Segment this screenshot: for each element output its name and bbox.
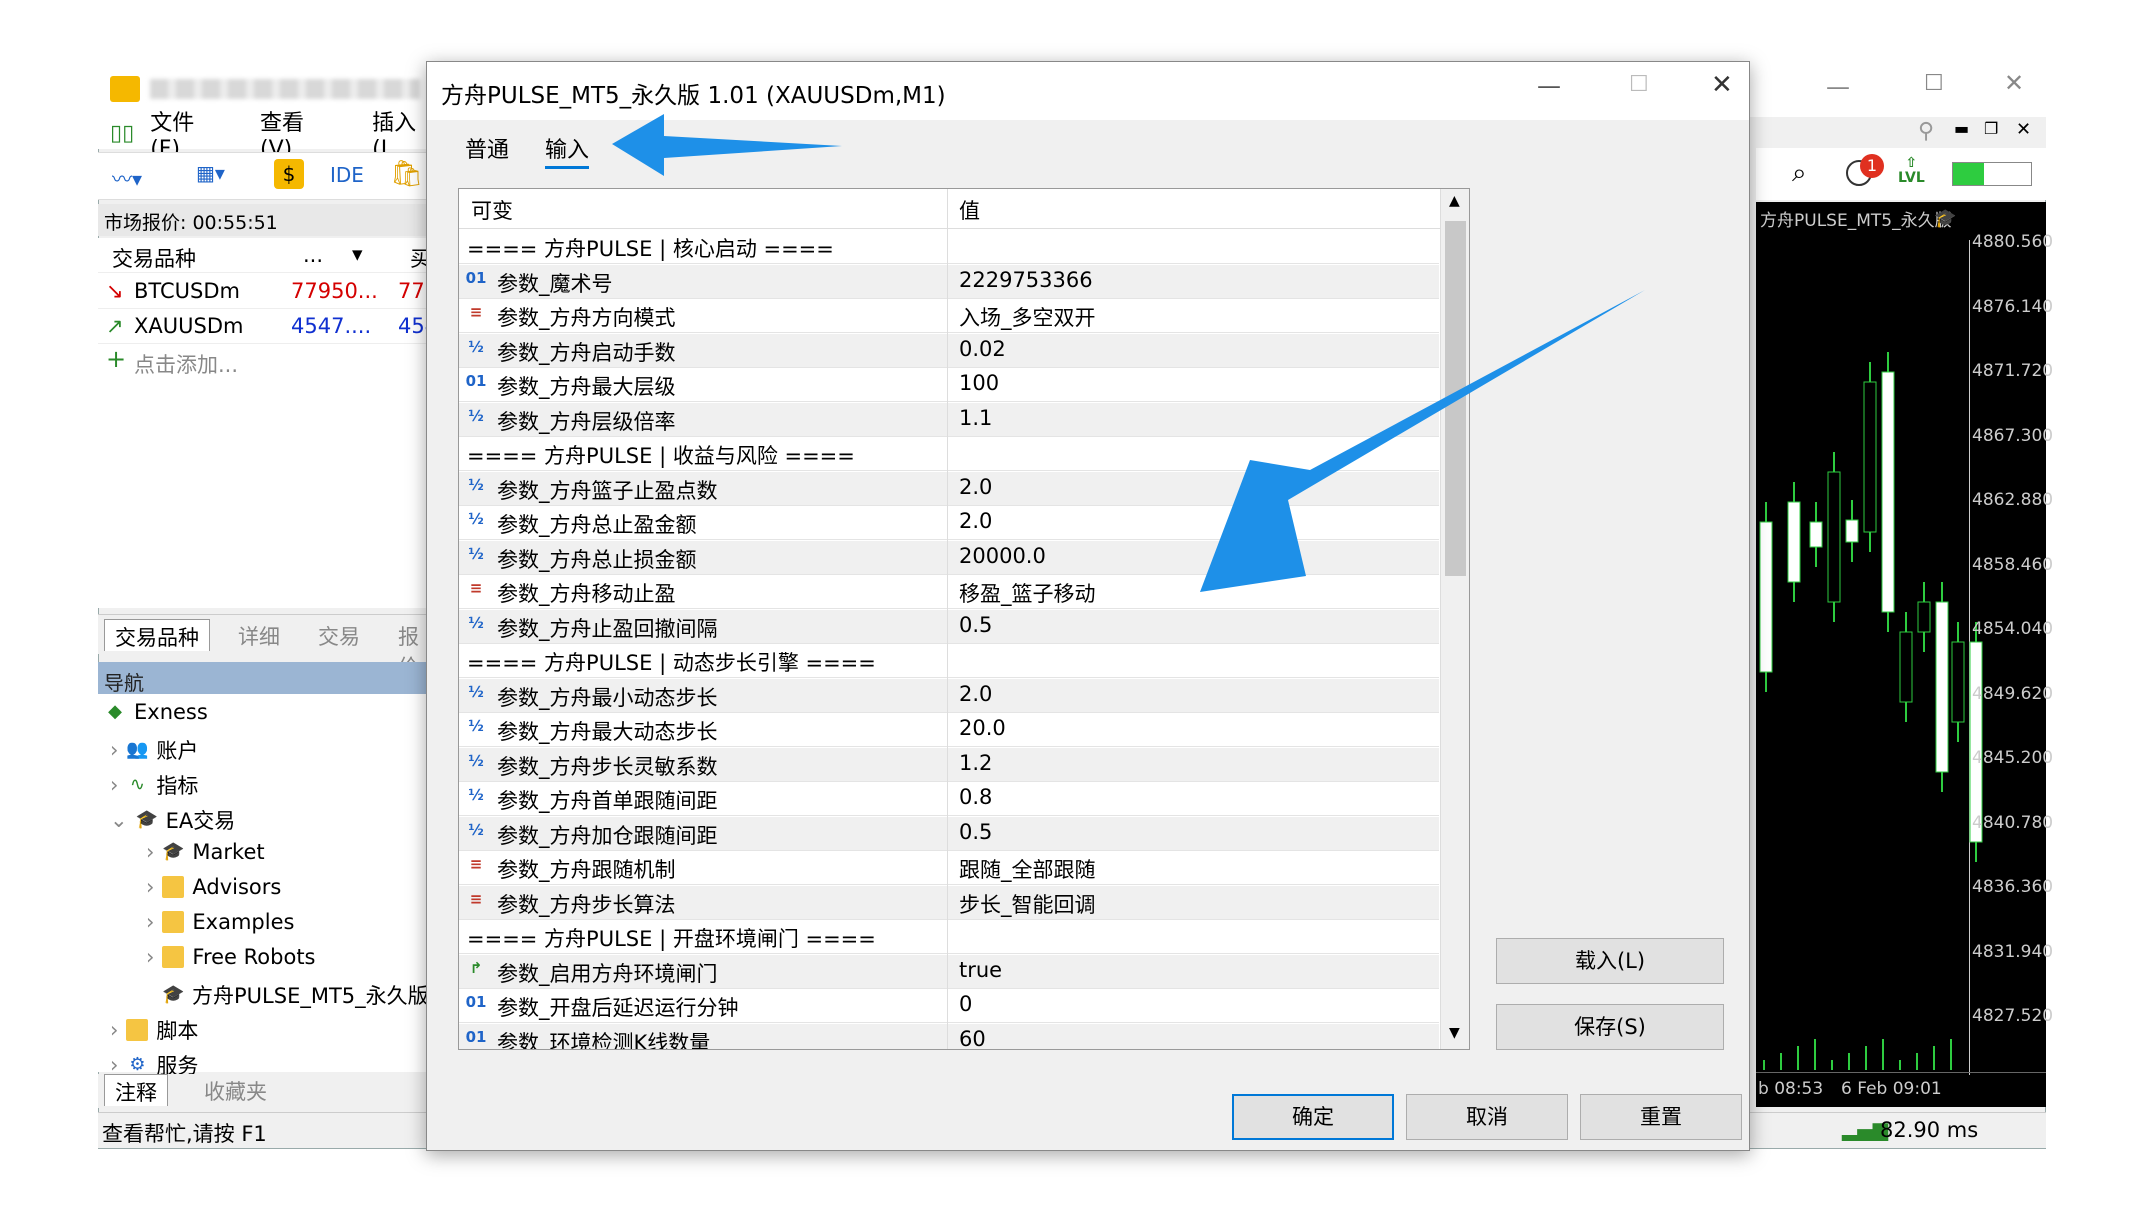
arrow-to-grid <box>1200 290 1645 592</box>
arrow-to-inputs-tab <box>612 114 842 176</box>
annotation-arrows <box>612 114 1645 592</box>
